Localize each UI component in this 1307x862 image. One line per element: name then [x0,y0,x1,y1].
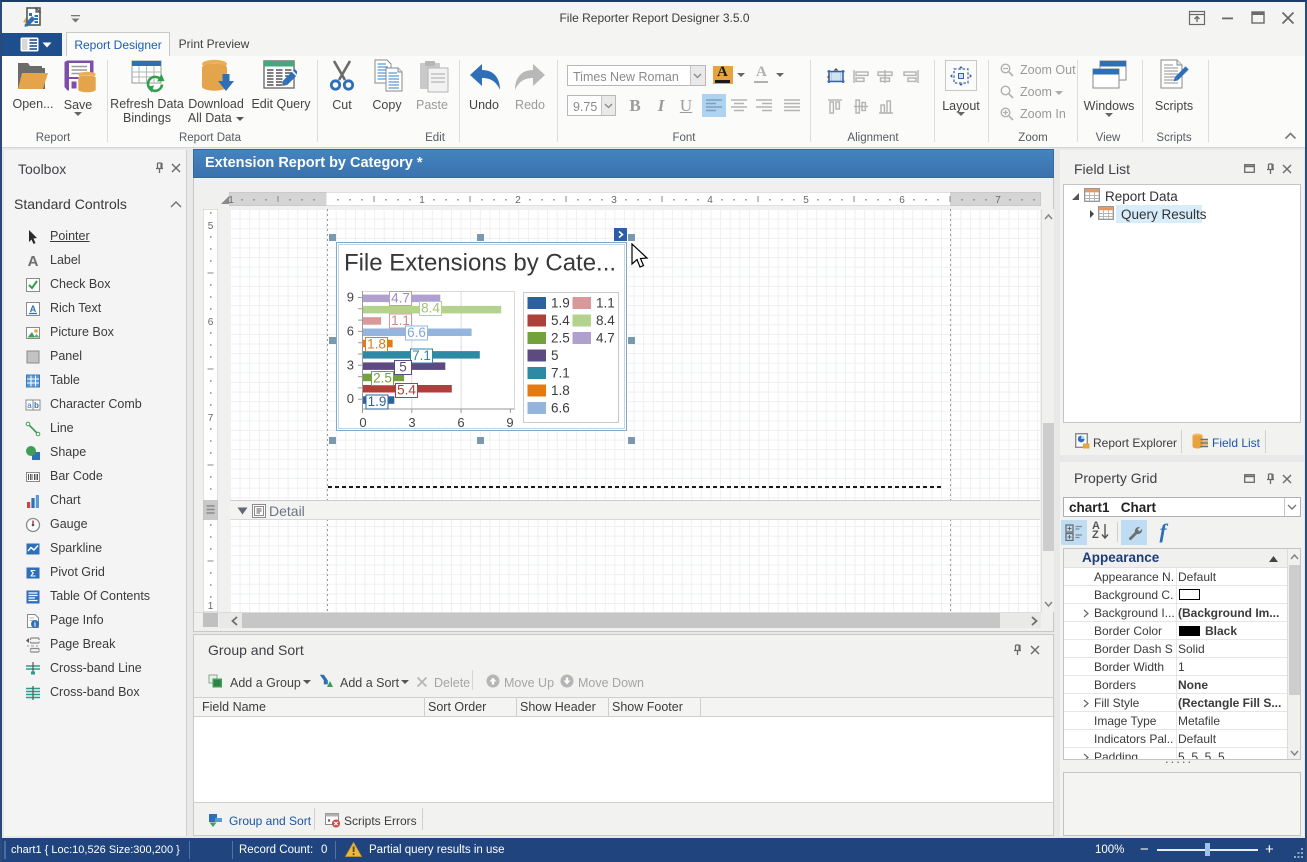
svg-text:6: 6 [208,317,214,328]
svg-text:b: b [34,401,39,410]
svg-text:2.5: 2.5 [551,331,570,346]
svg-text:Σ: Σ [30,569,36,580]
svg-text:7.1: 7.1 [551,366,570,381]
svg-text:A: A [30,304,37,314]
svg-text:1: 1 [419,195,425,206]
svg-text:1: 1 [229,195,234,206]
svg-text:5.4: 5.4 [397,383,416,398]
svg-text:0: 0 [359,415,366,430]
svg-text:4.7: 4.7 [391,291,410,306]
svg-text:2.5: 2.5 [373,371,392,386]
svg-text:6: 6 [457,415,464,430]
svg-text:5: 5 [208,221,214,232]
svg-text:5: 5 [551,348,559,363]
svg-text:1.9: 1.9 [551,296,570,311]
svg-text:5: 5 [803,195,809,206]
svg-text:3: 3 [611,195,617,206]
svg-text:6.6: 6.6 [551,401,570,416]
svg-text:9: 9 [506,415,513,430]
svg-text:6: 6 [347,324,354,339]
svg-text:3: 3 [408,415,415,430]
svg-text:8.4: 8.4 [421,301,440,316]
svg-text:a: a [27,401,32,410]
svg-text:2: 2 [515,195,521,206]
svg-text:6.6: 6.6 [407,325,426,340]
svg-text:6: 6 [899,195,905,206]
svg-text:0: 0 [347,391,354,406]
svg-text:5.4: 5.4 [551,313,570,328]
svg-text:File Extensions by Cate...: File Extensions by Cate... [344,250,616,277]
svg-text:1.8: 1.8 [551,383,570,398]
svg-text:7.1: 7.1 [412,348,431,363]
svg-text:1.1: 1.1 [596,296,615,311]
svg-text:4: 4 [707,195,713,206]
svg-text:3: 3 [347,358,354,373]
svg-text:1: 1 [208,601,214,612]
svg-text:1.8: 1.8 [367,337,386,352]
svg-text:i: i [34,621,36,629]
svg-text:1.9: 1.9 [368,394,387,409]
svg-text:5: 5 [399,360,407,375]
svg-text:4.7: 4.7 [596,331,615,346]
svg-text:7: 7 [995,195,1001,206]
svg-text:8.4: 8.4 [596,313,615,328]
svg-text:9: 9 [347,290,354,305]
svg-text:A: A [28,253,39,269]
svg-text:7: 7 [208,413,214,424]
